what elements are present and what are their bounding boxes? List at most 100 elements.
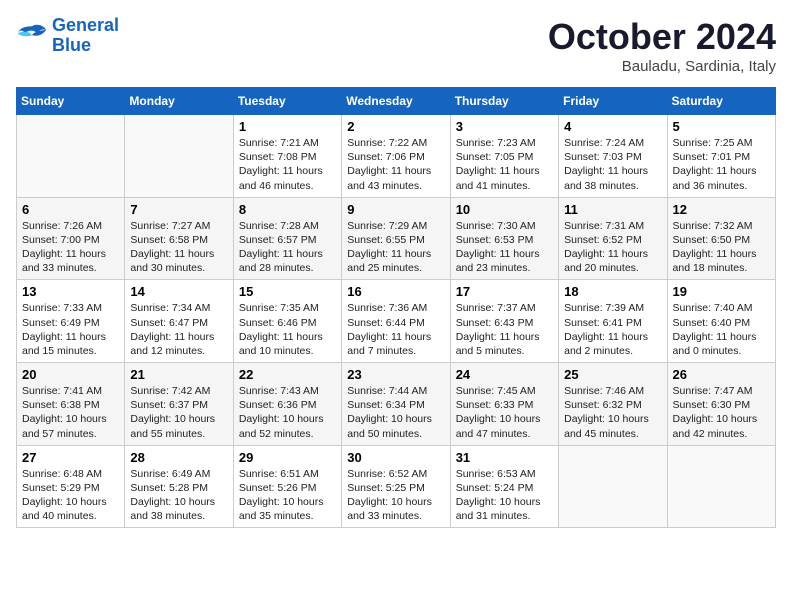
calendar-week-5: 27Sunrise: 6:48 AMSunset: 5:29 PMDayligh…: [17, 445, 776, 528]
day-number: 21: [130, 367, 227, 382]
day-number: 20: [22, 367, 119, 382]
calendar-cell: 30 Sunrise: 6:52 AMSunset: 5:25 PMDayligh…: [342, 445, 450, 528]
logo: General Blue: [16, 16, 119, 56]
weekday-header-wednesday: Wednesday: [342, 88, 450, 115]
day-info: Sunrise: 7:22 AMSunset: 7:06 PMDaylight:…: [347, 136, 444, 193]
calendar-week-2: 6Sunrise: 7:26 AMSunset: 7:00 PMDaylight…: [17, 197, 776, 280]
day-number: 15: [239, 284, 336, 299]
day-number: 10: [456, 202, 553, 217]
day-number: 26: [673, 367, 770, 382]
logo-text: General Blue: [52, 16, 119, 56]
day-info: Sunrise: 7:45 AMSunset: 6:33 PMDaylight:…: [456, 384, 553, 441]
day-info: Sunrise: 7:21 AMSunset: 7:08 PMDaylight:…: [239, 136, 336, 193]
day-number: 6: [22, 202, 119, 217]
day-number: 14: [130, 284, 227, 299]
calendar-cell: 9Sunrise: 7:29 AMSunset: 6:55 PMDaylight…: [342, 197, 450, 280]
day-info: Sunrise: 7:30 AMSunset: 6:53 PMDaylight:…: [456, 219, 553, 276]
calendar-cell: 23Sunrise: 7:44 AMSunset: 6:34 PMDayligh…: [342, 363, 450, 446]
day-info: Sunrise: 6:53 AMSunset: 5:24 PMDaylight:…: [456, 467, 553, 524]
calendar-table: SundayMondayTuesdayWednesdayThursdayFrid…: [16, 87, 776, 528]
weekday-header-sunday: Sunday: [17, 88, 125, 115]
calendar-cell: 27Sunrise: 6:48 AMSunset: 5:29 PMDayligh…: [17, 445, 125, 528]
calendar-cell: 15 Sunrise: 7:35 AMSunset: 6:46 PMDayligh…: [233, 280, 341, 363]
calendar-cell: 4Sunrise: 7:24 AMSunset: 7:03 PMDaylight…: [559, 115, 667, 198]
calendar-cell: 12 Sunrise: 7:32 AMSunset: 6:50 PMDayligh…: [667, 197, 775, 280]
title-block: October 2024 Bauladu, Sardinia, Italy: [548, 16, 776, 75]
day-info: Sunrise: 7:47 AMSunset: 6:30 PMDaylight:…: [673, 384, 770, 441]
day-info: Sunrise: 7:34 AMSunset: 6:47 PMDaylight:…: [130, 301, 227, 358]
calendar-cell: [559, 445, 667, 528]
weekday-header-tuesday: Tuesday: [233, 88, 341, 115]
calendar-cell: 1 Sunrise: 7:21 AMSunset: 7:08 PMDaylight…: [233, 115, 341, 198]
day-number: 22: [239, 367, 336, 382]
calendar-cell: 20 Sunrise: 7:41 AMSunset: 6:38 PMDayligh…: [17, 363, 125, 446]
weekday-header-saturday: Saturday: [667, 88, 775, 115]
calendar-cell: 29 Sunrise: 6:51 AMSunset: 5:26 PMDayligh…: [233, 445, 341, 528]
calendar-week-1: 1 Sunrise: 7:21 AMSunset: 7:08 PMDaylight…: [17, 115, 776, 198]
calendar-cell: 2 Sunrise: 7:22 AMSunset: 7:06 PMDaylight…: [342, 115, 450, 198]
calendar-cell: 7 Sunrise: 7:27 AMSunset: 6:58 PMDaylight…: [125, 197, 233, 280]
calendar-cell: 26 Sunrise: 7:47 AMSunset: 6:30 PMDayligh…: [667, 363, 775, 446]
calendar-week-4: 20 Sunrise: 7:41 AMSunset: 6:38 PMDayligh…: [17, 363, 776, 446]
day-info: Sunrise: 7:32 AMSunset: 6:50 PMDaylight:…: [673, 219, 770, 276]
day-info: Sunrise: 7:31 AMSunset: 6:52 PMDaylight:…: [564, 219, 661, 276]
day-number: 5: [673, 119, 770, 134]
calendar-cell: 8 Sunrise: 7:28 AMSunset: 6:57 PMDaylight…: [233, 197, 341, 280]
calendar-cell: 31 Sunrise: 6:53 AMSunset: 5:24 PMDayligh…: [450, 445, 558, 528]
day-info: Sunrise: 7:24 AMSunset: 7:03 PMDaylight:…: [564, 136, 661, 193]
day-info: Sunrise: 6:49 AMSunset: 5:28 PMDaylight:…: [130, 467, 227, 524]
day-info: Sunrise: 7:36 AMSunset: 6:44 PMDaylight:…: [347, 301, 444, 358]
day-info: Sunrise: 7:37 AMSunset: 6:43 PMDaylight:…: [456, 301, 553, 358]
calendar-cell: 14 Sunrise: 7:34 AMSunset: 6:47 PMDayligh…: [125, 280, 233, 363]
day-number: 25: [564, 367, 661, 382]
calendar-cell: 13Sunrise: 7:33 AMSunset: 6:49 PMDayligh…: [17, 280, 125, 363]
day-number: 16: [347, 284, 444, 299]
day-info: Sunrise: 7:25 AMSunset: 7:01 PMDaylight:…: [673, 136, 770, 193]
day-number: 8: [239, 202, 336, 217]
day-info: Sunrise: 6:52 AMSunset: 5:25 PMDaylight:…: [347, 467, 444, 524]
calendar-cell: 18Sunrise: 7:39 AMSunset: 6:41 PMDayligh…: [559, 280, 667, 363]
calendar-cell: 11Sunrise: 7:31 AMSunset: 6:52 PMDayligh…: [559, 197, 667, 280]
day-number: 9: [347, 202, 444, 217]
day-number: 18: [564, 284, 661, 299]
day-number: 17: [456, 284, 553, 299]
calendar-cell: 24 Sunrise: 7:45 AMSunset: 6:33 PMDayligh…: [450, 363, 558, 446]
day-number: 1: [239, 119, 336, 134]
calendar-week-3: 13Sunrise: 7:33 AMSunset: 6:49 PMDayligh…: [17, 280, 776, 363]
calendar-cell: 22 Sunrise: 7:43 AMSunset: 6:36 PMDayligh…: [233, 363, 341, 446]
day-number: 30: [347, 450, 444, 465]
day-info: Sunrise: 7:28 AMSunset: 6:57 PMDaylight:…: [239, 219, 336, 276]
day-number: 12: [673, 202, 770, 217]
day-info: Sunrise: 7:46 AMSunset: 6:32 PMDaylight:…: [564, 384, 661, 441]
logo-icon: [16, 22, 48, 50]
day-info: Sunrise: 7:23 AMSunset: 7:05 PMDaylight:…: [456, 136, 553, 193]
calendar-cell: 6Sunrise: 7:26 AMSunset: 7:00 PMDaylight…: [17, 197, 125, 280]
calendar-cell: 5 Sunrise: 7:25 AMSunset: 7:01 PMDaylight…: [667, 115, 775, 198]
calendar-cell: 3 Sunrise: 7:23 AMSunset: 7:05 PMDaylight…: [450, 115, 558, 198]
day-number: 24: [456, 367, 553, 382]
calendar-cell: 16 Sunrise: 7:36 AMSunset: 6:44 PMDayligh…: [342, 280, 450, 363]
day-number: 3: [456, 119, 553, 134]
day-info: Sunrise: 6:48 AMSunset: 5:29 PMDaylight:…: [22, 467, 119, 524]
month-title: October 2024: [548, 16, 776, 58]
day-info: Sunrise: 7:44 AMSunset: 6:34 PMDaylight:…: [347, 384, 444, 441]
calendar-cell: 25 Sunrise: 7:46 AMSunset: 6:32 PMDayligh…: [559, 363, 667, 446]
calendar-cell: 19Sunrise: 7:40 AMSunset: 6:40 PMDayligh…: [667, 280, 775, 363]
weekday-header-row: SundayMondayTuesdayWednesdayThursdayFrid…: [17, 88, 776, 115]
weekday-header-thursday: Thursday: [450, 88, 558, 115]
weekday-header-friday: Friday: [559, 88, 667, 115]
day-number: 7: [130, 202, 227, 217]
calendar-cell: [17, 115, 125, 198]
day-info: Sunrise: 7:43 AMSunset: 6:36 PMDaylight:…: [239, 384, 336, 441]
page-header: General Blue October 2024 Bauladu, Sardi…: [16, 16, 776, 75]
day-number: 2: [347, 119, 444, 134]
calendar-cell: 10 Sunrise: 7:30 AMSunset: 6:53 PMDayligh…: [450, 197, 558, 280]
day-info: Sunrise: 7:27 AMSunset: 6:58 PMDaylight:…: [130, 219, 227, 276]
calendar-cell: 17 Sunrise: 7:37 AMSunset: 6:43 PMDayligh…: [450, 280, 558, 363]
day-info: Sunrise: 7:35 AMSunset: 6:46 PMDaylight:…: [239, 301, 336, 358]
day-number: 29: [239, 450, 336, 465]
day-info: Sunrise: 6:51 AMSunset: 5:26 PMDaylight:…: [239, 467, 336, 524]
day-info: Sunrise: 7:41 AMSunset: 6:38 PMDaylight:…: [22, 384, 119, 441]
calendar-cell: [125, 115, 233, 198]
day-number: 31: [456, 450, 553, 465]
